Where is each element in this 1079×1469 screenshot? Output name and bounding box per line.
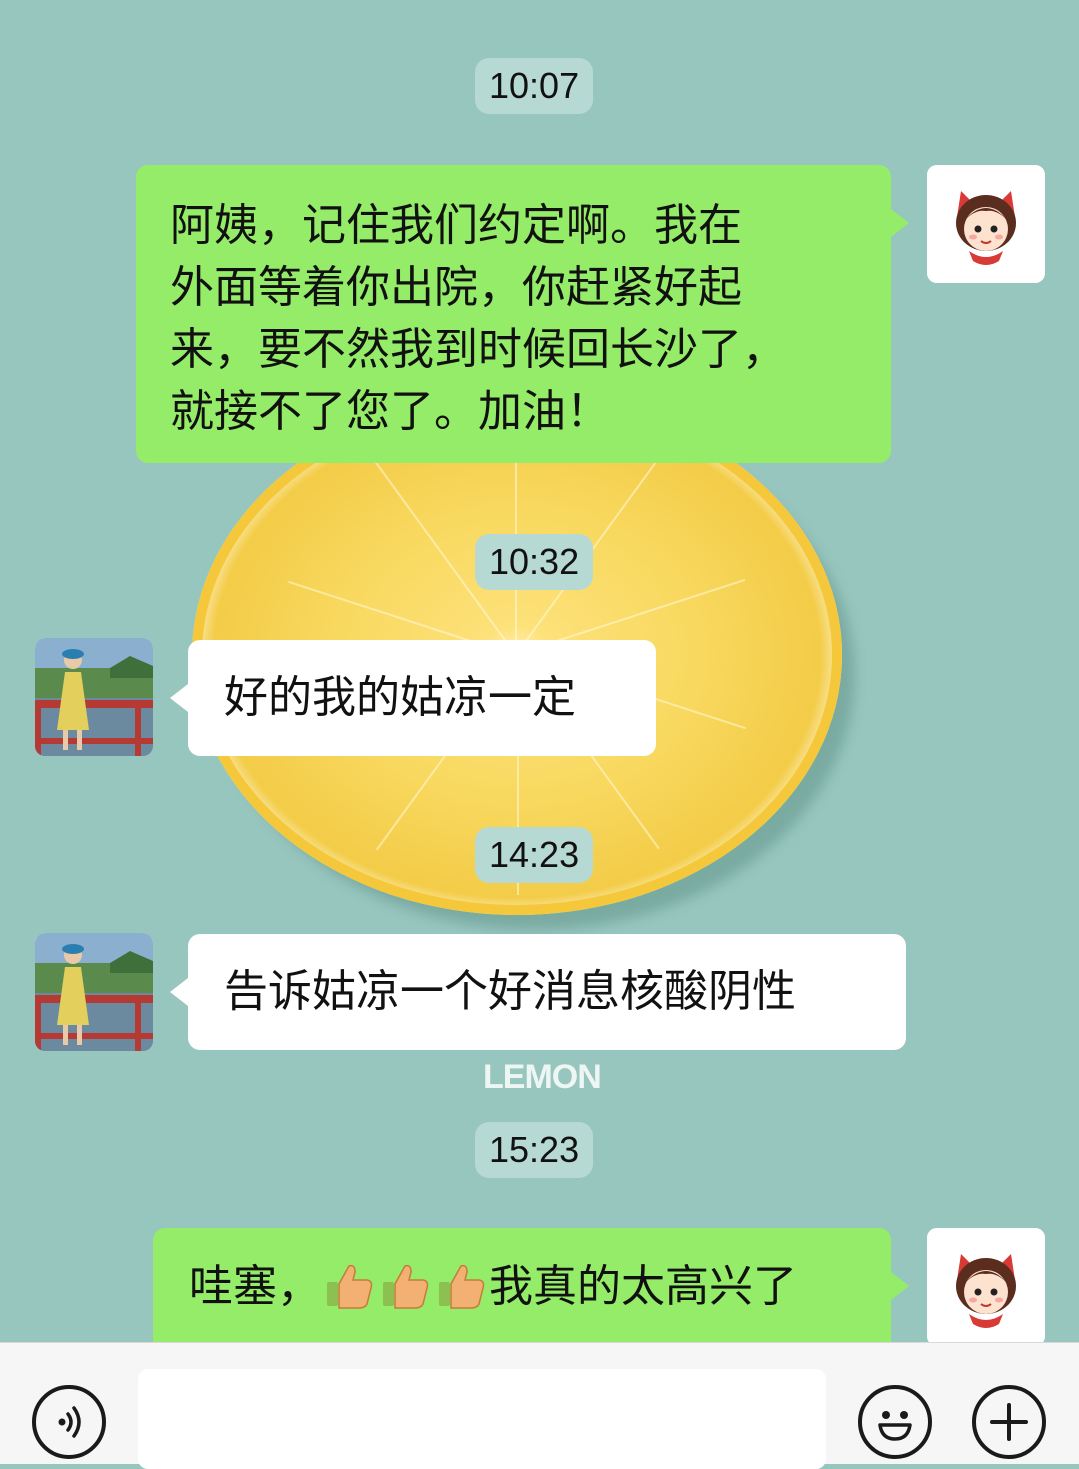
voice-icon xyxy=(58,1406,81,1438)
self-avatar[interactable] xyxy=(927,1228,1045,1342)
timestamp: 15:23 xyxy=(475,1122,594,1178)
message-line: 来，要不然我到时候回长沙了， xyxy=(170,324,786,375)
message-line: 阿姨，记住我们约定啊。我在 xyxy=(170,200,742,251)
thumbs-up-icon xyxy=(383,1264,429,1309)
message-text: 哇塞， xyxy=(189,1261,321,1312)
woman-photo-avatar-icon xyxy=(35,638,153,756)
contact-avatar[interactable] xyxy=(35,933,153,1051)
message-input[interactable] xyxy=(138,1369,826,1469)
message-line: 就接不了您了。加油！ xyxy=(170,386,610,437)
plus-icon xyxy=(990,1403,1028,1441)
timestamp: 10:32 xyxy=(475,534,594,590)
timestamp: 14:23 xyxy=(475,827,594,883)
thumbs-up-icon xyxy=(439,1264,485,1309)
cartoon-girl-avatar-icon xyxy=(927,1228,1045,1342)
message-text: 好的我的姑凉一定 xyxy=(224,672,576,723)
cartoon-girl-avatar-icon xyxy=(927,165,1045,283)
plus-button[interactable] xyxy=(972,1385,1046,1459)
message-text: 我真的太高兴了 xyxy=(489,1261,797,1312)
woman-photo-avatar-icon xyxy=(35,933,153,1051)
emoji-icon xyxy=(878,1411,912,1441)
timestamp: 10:07 xyxy=(475,58,594,114)
chat-area[interactable]: LEMON 10:07 阿姨，记住我们约定啊。我在 外面等着你出院，你赶紧好起 … xyxy=(0,0,1079,1342)
thumbs-up-icon xyxy=(327,1264,373,1309)
wallpaper-word: LEMON xyxy=(483,1058,602,1096)
outgoing-message[interactable]: 阿姨，记住我们约定啊。我在 外面等着你出院，你赶紧好起 来，要不然我到时候回长沙… xyxy=(136,165,909,463)
incoming-message[interactable]: 告诉姑凉一个好消息核酸阴性 xyxy=(170,934,906,1050)
incoming-message[interactable]: 好的我的姑凉一定 xyxy=(170,640,656,756)
voice-button[interactable] xyxy=(32,1385,106,1459)
emoji-button[interactable] xyxy=(858,1385,932,1459)
input-bar xyxy=(0,1342,1079,1469)
outgoing-message[interactable]: 哇塞， 我真的太高兴了 xyxy=(153,1228,909,1342)
message-text: 告诉姑凉一个好消息核酸阴性 xyxy=(224,966,796,1017)
self-avatar[interactable] xyxy=(927,165,1045,283)
message-line: 外面等着你出院，你赶紧好起 xyxy=(170,262,742,313)
contact-avatar[interactable] xyxy=(35,638,153,756)
